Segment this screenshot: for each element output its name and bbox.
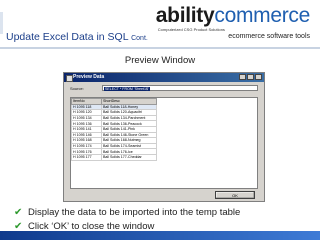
minimize-icon[interactable]	[239, 74, 246, 80]
bullet-list: ✔ Display the data to be imported into t…	[14, 205, 240, 233]
decorative-stripe	[0, 12, 3, 34]
window-controls	[239, 74, 262, 80]
caption: Preview Window	[124, 55, 196, 66]
source-value: SELECT * FROM 'Sheet1$'	[104, 86, 150, 91]
table-row[interactable]: H 1095 134 Ball Solids 134-Parchment	[71, 114, 157, 122]
bullet-text: Click ‘OK’ to close the window	[28, 220, 155, 232]
checkmark-icon: ✔	[14, 220, 23, 232]
dialog-titlebar: Preview Data	[64, 73, 264, 82]
preview-table: ItemNo ShortDesc H 1095 118 Ball Solids 1…	[71, 98, 157, 161]
footer-bar	[0, 231, 320, 240]
logo-brand-commerce: commerce	[214, 4, 310, 27]
list-item: ✔ Display the data to be imported into t…	[14, 205, 240, 219]
checkmark-icon: ✔	[14, 206, 23, 218]
table-row[interactable]: H 1095 177 Ball Solids 177-Cheddar	[71, 153, 157, 161]
cell: Ball Solids 177-Cheddar	[101, 153, 157, 161]
cell: H 1095 177	[71, 153, 102, 161]
dialog-title: Preview Data	[73, 74, 105, 80]
ok-button[interactable]: OK	[215, 191, 255, 199]
close-icon[interactable]	[255, 74, 262, 80]
logo-brand-ability: ability	[155, 4, 215, 27]
logo-subtitle: Computerized CSG Product Solutions	[157, 27, 225, 32]
bullet-text: Display the data to be imported into the…	[28, 206, 241, 218]
slide-title: Update Excel Data in SQL Cont.	[6, 31, 148, 43]
slide-title-text: Update Excel Data in SQL	[6, 31, 129, 43]
slide-title-suffix: Cont.	[131, 35, 148, 42]
logo-tagline: ecommerce software tools	[228, 33, 310, 40]
table-row[interactable]: H 1095 146 Ball Solids 146-Stone Green	[71, 131, 157, 139]
cell: Ball Solids 146-Stone Green	[101, 131, 157, 139]
source-field[interactable]: SELECT * FROM 'Sheet1$'	[102, 85, 258, 91]
preview-grid[interactable]: ItemNo ShortDesc H 1095 118 Ball Solids 1…	[70, 97, 258, 189]
maximize-icon[interactable]	[247, 74, 254, 80]
logo: abilitycommerce Computerized CSG Product…	[155, 4, 311, 40]
preview-dialog: Preview Data Source: SELECT * FROM 'Shee…	[63, 72, 265, 202]
header-divider	[0, 47, 320, 49]
source-label: Source:	[70, 86, 84, 91]
window-icon	[66, 75, 73, 82]
